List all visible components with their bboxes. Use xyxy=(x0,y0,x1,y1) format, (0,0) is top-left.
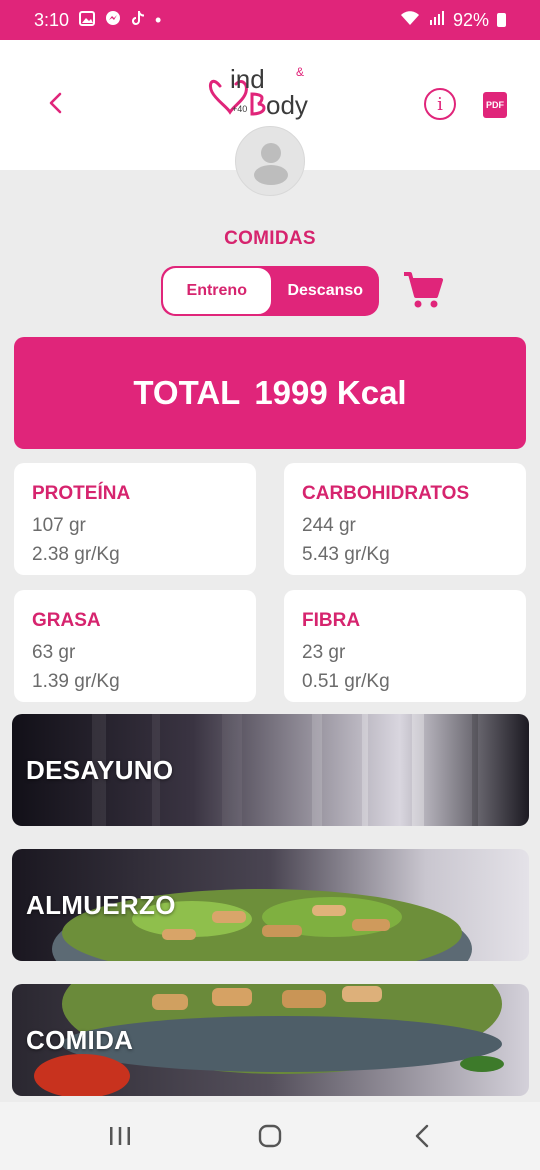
macro-card-carbohidratos: CARBOHIDRATOS 244 gr 5.43 gr/Kg xyxy=(284,463,526,575)
logo-amp: & xyxy=(296,65,304,79)
messenger-icon xyxy=(105,10,121,30)
section-title: COMIDAS xyxy=(224,228,316,249)
status-bar: 3:10 • 92% xyxy=(0,0,540,40)
wifi-icon xyxy=(399,10,421,31)
signal-icon xyxy=(429,10,445,31)
macro-per-kg: 1.39 gr/Kg xyxy=(32,671,120,692)
meal-banner-desayuno[interactable]: DESAYUNO xyxy=(12,714,529,826)
macro-grams: 107 gr xyxy=(32,515,86,536)
recent-apps-icon xyxy=(110,1127,130,1145)
gallery-icon xyxy=(79,10,96,30)
meal-label: COMIDA xyxy=(26,1024,134,1055)
shopping-cart-button[interactable] xyxy=(402,270,444,310)
tiktok-icon xyxy=(131,10,145,30)
meal-banner-comida[interactable]: COMIDA xyxy=(12,984,529,1096)
back-button[interactable] xyxy=(40,88,70,118)
battery-percent: 92% xyxy=(452,9,489,30)
status-left: 3:10 • xyxy=(34,10,161,31)
toggle-option-descanso[interactable]: Descanso xyxy=(272,266,380,316)
home-button[interactable] xyxy=(250,1120,290,1152)
pdf-icon: PDF xyxy=(486,100,504,110)
user-silhouette-icon xyxy=(254,143,288,185)
macro-card-fibra: FIBRA 23 gr 0.51 gr/Kg xyxy=(284,590,526,702)
total-value: 1999 Kcal xyxy=(254,374,407,411)
macro-per-kg: 2.38 gr/Kg xyxy=(32,544,120,565)
macro-per-kg: 0.51 gr/Kg xyxy=(302,671,390,692)
logo-text-bottom: ody xyxy=(266,90,308,120)
info-icon: i xyxy=(437,93,443,115)
status-right: 92% xyxy=(399,10,506,31)
macro-grams: 63 gr xyxy=(32,642,76,663)
mind-and-body-logo: ind & ody +40 xyxy=(208,64,308,120)
macro-grams: 23 gr xyxy=(302,642,346,663)
avatar[interactable] xyxy=(235,126,305,196)
macro-title: PROTEÍNA xyxy=(32,483,131,504)
day-type-toggle: Entreno Descanso xyxy=(161,266,379,316)
status-dot: • xyxy=(155,9,162,30)
meal-banner-almuerzo[interactable]: ALMUERZO xyxy=(12,849,529,961)
logo-text-top: ind xyxy=(230,64,265,94)
home-icon xyxy=(258,1124,282,1148)
meal-label: DESAYUNO xyxy=(26,754,174,785)
macro-card-grasa: GRASA 63 gr 1.39 gr/Kg xyxy=(14,590,256,702)
macro-per-kg: 5.43 gr/Kg xyxy=(302,544,390,565)
shopping-cart-icon xyxy=(404,272,443,308)
total-label: TOTAL xyxy=(133,374,241,411)
back-icon xyxy=(415,1124,429,1148)
system-back-button[interactable] xyxy=(402,1120,442,1152)
recent-apps-button[interactable] xyxy=(100,1120,140,1152)
battery-icon xyxy=(497,13,506,27)
meal-label: ALMUERZO xyxy=(26,889,176,920)
total-kcal-card: TOTAL 1999 Kcal xyxy=(14,337,526,449)
chevron-left-icon xyxy=(49,92,62,114)
macro-title: FIBRA xyxy=(302,610,361,631)
macro-title: CARBOHIDRATOS xyxy=(302,483,470,504)
system-navigation-bar xyxy=(0,1102,540,1170)
toggle-option-entreno[interactable]: Entreno xyxy=(162,267,272,315)
info-button[interactable]: i xyxy=(424,88,456,120)
macro-grams: 244 gr xyxy=(302,515,356,536)
logo-age: +40 xyxy=(232,104,247,114)
pdf-button[interactable]: PDF xyxy=(483,92,507,118)
macro-card-proteina: PROTEÍNA 107 gr 2.38 gr/Kg xyxy=(14,463,256,575)
macro-title: GRASA xyxy=(32,610,101,631)
status-time: 3:10 xyxy=(34,9,70,30)
